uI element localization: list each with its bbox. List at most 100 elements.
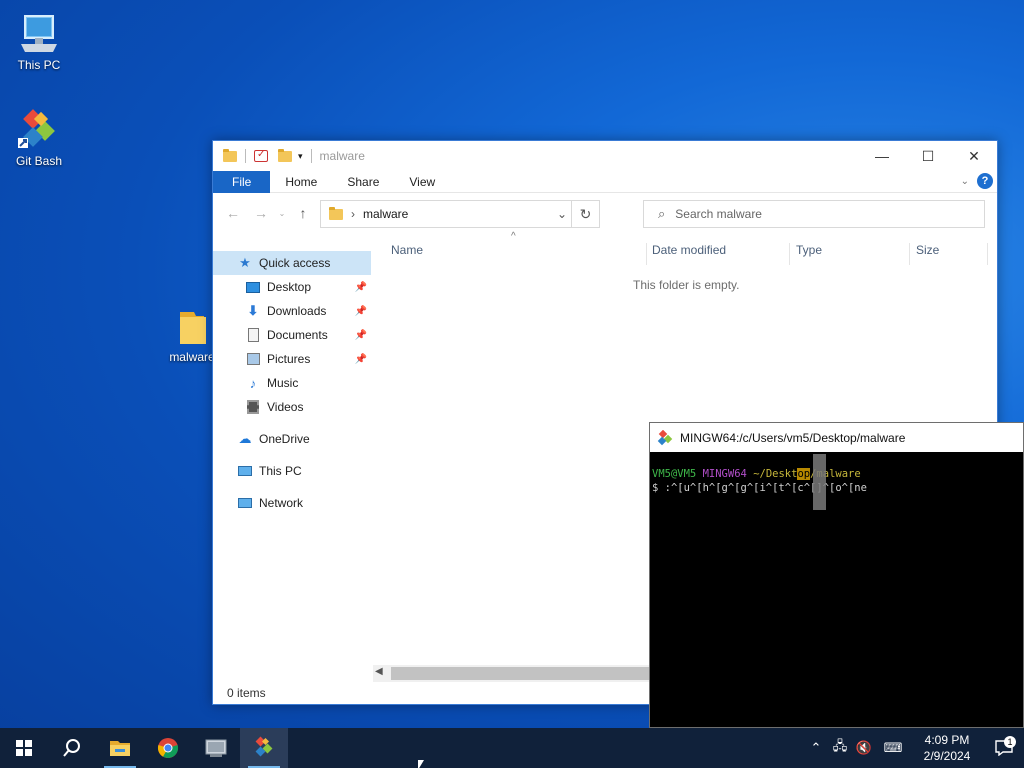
command-line: $ :^[u^[h^[g^[g^[i^[t^[c^[]^[o^[ne (652, 482, 867, 494)
sidebar-item-pictures[interactable]: Pictures 📌 (213, 347, 371, 371)
chevron-down-icon[interactable]: ⌄ (557, 207, 567, 221)
divider (245, 149, 246, 163)
desktop-icon-git-bash[interactable]: Git Bash (1, 106, 77, 168)
clock-date: 2/9/2024 (923, 749, 971, 763)
git-bash-icon (657, 429, 673, 445)
this-pc-icon (237, 463, 253, 479)
sidebar-item-downloads[interactable]: ⬇ Downloads 📌 (213, 299, 371, 323)
prompt-path-highlight: op (797, 468, 811, 480)
new-folder-icon[interactable] (278, 148, 292, 162)
tab-share[interactable]: Share (332, 171, 394, 193)
sidebar-item-quick-access[interactable]: ★ Quick access (213, 251, 371, 275)
clock-time: 4:09 PM (924, 733, 970, 747)
column-header-type[interactable]: Type (796, 243, 822, 257)
sidebar-item-documents[interactable]: Documents 📌 (213, 323, 371, 347)
git-bash-terminal-window[interactable]: MINGW64:/c/Users/vm5/Desktop/malware VM5… (649, 422, 1024, 728)
documents-icon (245, 327, 261, 343)
search-button[interactable] (48, 728, 96, 768)
sidebar-item-label: Network (259, 496, 304, 510)
address-path: malware (363, 207, 409, 221)
maximize-button[interactable]: ☐ (905, 141, 951, 171)
terminal-output[interactable]: VM5@VM5 MINGW64 ~/Desktop/malware $ :^[u… (650, 452, 1023, 495)
properties-icon[interactable]: ✓ (254, 149, 268, 162)
refresh-icon[interactable]: ↻ (571, 201, 599, 227)
column-header-date-modified[interactable]: Date modified (652, 243, 726, 257)
taskbar-git-bash[interactable] (240, 728, 288, 768)
keyboard-icon[interactable]: ⌨ (876, 740, 910, 756)
taskbar: ⌃ 🖧 🔇 ⌨ 4:09 PM 2/9/2024 1 (0, 728, 1024, 768)
windows-icon (16, 740, 32, 756)
ribbon-tabs: File Home Share View ⌄ ? (213, 170, 997, 193)
folder-icon (223, 148, 237, 162)
desktop-icon (245, 279, 261, 295)
scroll-left-icon[interactable]: ◀ (375, 666, 383, 677)
desktop-icon-label: malware (169, 350, 215, 364)
notification-count-badge: 1 (1004, 736, 1016, 748)
desktop-icon-label: This PC (17, 58, 61, 72)
sidebar-item-label: Desktop (267, 280, 312, 294)
sidebar-item-videos[interactable]: Videos (213, 395, 371, 419)
terminal-title: MINGW64:/c/Users/vm5/Desktop/malware (680, 430, 906, 445)
sidebar-item-label: Videos (267, 400, 304, 414)
close-button[interactable]: ✕ (951, 141, 997, 171)
cloud-icon: ☁ (238, 431, 252, 446)
column-header-name[interactable]: Name (391, 243, 423, 257)
column-headers: ^ Name Date modified Type Size (383, 231, 988, 265)
tab-file[interactable]: File (213, 170, 271, 193)
file-explorer-icon (110, 741, 130, 756)
folder-icon (180, 312, 206, 344)
mouse-pointer-icon (418, 760, 424, 768)
clock[interactable]: 4:09 PM 2/9/2024 (910, 732, 984, 764)
search-placeholder: Search malware (675, 207, 762, 221)
sidebar-item-label: Music (267, 376, 299, 390)
chevron-down-icon[interactable]: ▾ (298, 151, 303, 162)
minimize-button[interactable]: — (859, 141, 905, 171)
back-icon[interactable]: ← (219, 205, 247, 221)
chrome-icon (157, 738, 179, 758)
sidebar-item-music[interactable]: ♪ Music (213, 371, 371, 395)
sidebar-item-network[interactable]: Network (213, 491, 371, 515)
desktop-icon-this-pc[interactable]: This PC (1, 12, 77, 72)
title-bar[interactable]: ✓ ▾ malware — ☐ ✕ (213, 141, 997, 171)
search-box[interactable]: ⌕ Search malware (643, 200, 985, 228)
sort-up-icon: ^ (511, 231, 516, 242)
sidebar-item-label: OneDrive (259, 432, 310, 446)
chevron-up-icon[interactable]: ⌃ (804, 740, 828, 756)
sidebar-item-this-pc[interactable]: This PC (213, 459, 371, 483)
taskbar-system-tool[interactable] (192, 728, 240, 768)
pin-icon[interactable]: 📌 (355, 354, 367, 365)
pin-icon[interactable]: 📌 (355, 282, 367, 293)
taskbar-file-explorer[interactable] (96, 728, 144, 768)
network-icon (237, 495, 253, 511)
star-icon: ★ (239, 255, 251, 270)
volume-muted-icon[interactable]: 🔇 (852, 740, 876, 756)
pictures-icon (245, 351, 261, 367)
network-icon[interactable]: 🖧 (828, 737, 852, 759)
expand-ribbon-icon[interactable]: ⌄ (961, 176, 969, 187)
column-header-size[interactable]: Size (916, 243, 939, 257)
empty-folder-message: This folder is empty. (633, 278, 740, 292)
address-bar[interactable]: › malware ⌄ ↻ (320, 200, 600, 228)
prompt-env: MINGW64 (702, 468, 747, 480)
pin-icon[interactable]: 📌 (355, 330, 367, 341)
terminal-title-bar[interactable]: MINGW64:/c/Users/vm5/Desktop/malware (650, 423, 1023, 452)
pin-icon[interactable]: 📌 (355, 306, 367, 317)
action-center-button[interactable]: 1 (984, 736, 1024, 756)
divider (310, 149, 312, 163)
up-icon[interactable]: ↑ (289, 205, 317, 221)
taskbar-chrome[interactable] (144, 728, 192, 768)
music-icon: ♪ (249, 375, 257, 391)
start-button[interactable] (0, 728, 48, 768)
recent-locations-icon[interactable]: ⌄ (275, 209, 289, 218)
help-icon[interactable]: ? (977, 173, 993, 189)
sidebar-item-label: Documents (267, 328, 328, 342)
prompt-user: VM5@VM5 (652, 468, 697, 480)
sidebar-item-onedrive[interactable]: ☁ OneDrive (213, 427, 371, 451)
tab-view[interactable]: View (394, 171, 450, 193)
sidebar-item-desktop[interactable]: Desktop 📌 (213, 275, 371, 299)
forward-icon[interactable]: → (247, 205, 275, 221)
search-icon: ⌕ (658, 206, 666, 221)
tab-home[interactable]: Home (270, 171, 332, 193)
chevron-right-icon: › (351, 207, 355, 221)
system-tray: ⌃ 🖧 🔇 ⌨ 4:09 PM 2/9/2024 1 (804, 728, 1024, 768)
